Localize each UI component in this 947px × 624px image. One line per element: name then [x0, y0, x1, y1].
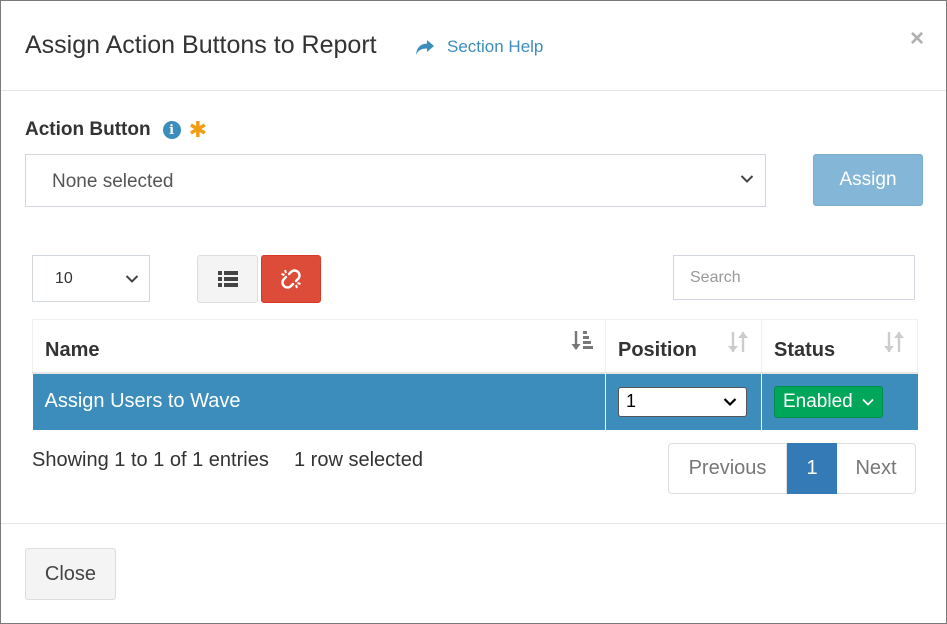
- search-input[interactable]: [673, 255, 915, 300]
- table-row[interactable]: Assign Users to Wave 1 Enabled: [32, 372, 918, 430]
- table-header-row: Name Position Status: [32, 319, 918, 374]
- action-button-label-row: Action Button i ✱: [25, 119, 207, 141]
- status-label: Enabled: [783, 390, 853, 412]
- page-length-value: 10: [55, 270, 73, 287]
- pagination-previous-button[interactable]: Previous: [668, 443, 787, 494]
- position-select[interactable]: 1: [618, 386, 747, 417]
- page-length-select[interactable]: 10: [32, 255, 150, 302]
- sort-both-icon: [728, 332, 748, 352]
- column-header-status[interactable]: Status: [761, 319, 918, 374]
- unlink-icon: [281, 269, 301, 289]
- column-header-position[interactable]: Position: [605, 319, 762, 374]
- row-position-cell: 1: [605, 372, 762, 430]
- modal-title: Assign Action Buttons to Report: [25, 31, 377, 59]
- assign-button[interactable]: Assign: [813, 154, 923, 206]
- column-header-name[interactable]: Name: [32, 319, 606, 374]
- sort-descending-icon: [571, 331, 593, 350]
- position-value: 1: [626, 390, 637, 411]
- assigned-buttons-table: Name Position Status Assign Users to Wav…: [32, 319, 918, 430]
- row-status-cell: Enabled: [761, 372, 918, 430]
- chevron-down-icon: [125, 275, 139, 283]
- selected-rows-text: 1 row selected: [294, 449, 423, 471]
- action-button-selected-value: None selected: [52, 171, 174, 192]
- modal-header: Assign Action Buttons to Report Section …: [1, 1, 946, 91]
- action-button-select[interactable]: None selected: [25, 154, 766, 207]
- pagination: Previous 1 Next: [668, 443, 916, 494]
- list-view-button[interactable]: [197, 255, 258, 303]
- modal-footer-divider: [1, 523, 946, 524]
- unlink-button[interactable]: [261, 255, 321, 303]
- chevron-down-icon: [862, 398, 874, 406]
- sort-both-icon: [884, 332, 904, 352]
- column-name-label: Name: [45, 338, 100, 361]
- column-position-label: Position: [618, 338, 697, 361]
- pagination-next-button[interactable]: Next: [837, 443, 916, 494]
- section-help-label: Section Help: [447, 37, 544, 56]
- list-icon: [217, 271, 238, 287]
- share-arrow-icon: [416, 39, 434, 55]
- chevron-down-icon: [723, 397, 737, 406]
- close-icon[interactable]: ×: [910, 27, 924, 51]
- pagination-page-button[interactable]: 1: [787, 443, 837, 494]
- chevron-down-icon: [740, 175, 754, 183]
- column-status-label: Status: [774, 338, 836, 361]
- section-help-link[interactable]: Section Help: [415, 37, 543, 57]
- row-name-cell: Assign Users to Wave: [32, 372, 606, 430]
- info-circle-icon[interactable]: i: [162, 121, 181, 139]
- asterisk-icon: ✱: [188, 117, 208, 142]
- action-button-label: Action Button: [25, 119, 151, 140]
- status-dropdown-button[interactable]: Enabled: [774, 385, 883, 418]
- table-info-text: Showing 1 to 1 of 1 entries: [32, 449, 269, 471]
- assign-action-buttons-modal: Assign Action Buttons to Report Section …: [0, 0, 947, 624]
- close-button[interactable]: Close: [25, 548, 116, 600]
